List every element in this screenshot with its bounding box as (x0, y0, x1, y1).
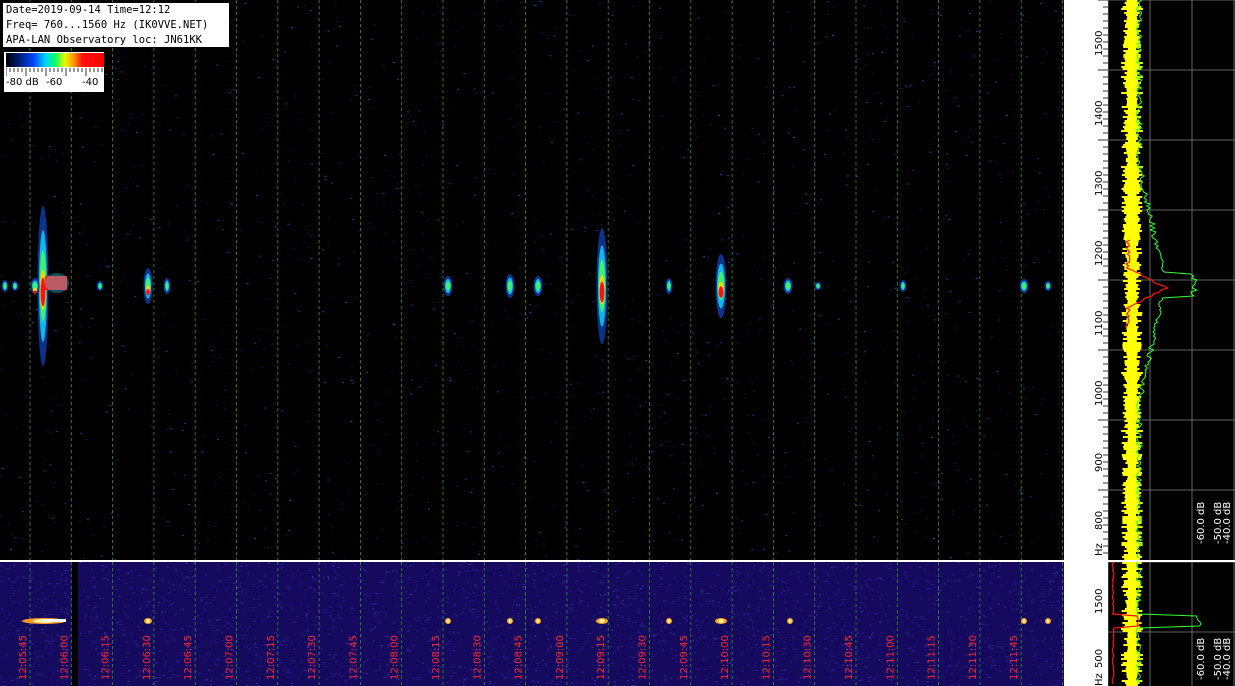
overview-spectrum-label-40: -40.0 dB (1222, 638, 1233, 680)
info-location: APA-LAN Observatory loc: JN61KK (6, 34, 202, 46)
time-label: 12:11:30 (968, 635, 979, 680)
color-scale-ticks (6, 68, 103, 76)
noise-floor-trace (1121, 0, 1143, 560)
overview-noise-layer (0, 562, 1064, 686)
time-label: 12:06:00 (59, 635, 70, 680)
time-grid-lines (29, 0, 1063, 560)
scale-label-max: -40 (82, 77, 99, 88)
spectrum-plot: -60.0 dB -50.0 dB -40.0 dB (1108, 0, 1235, 560)
time-label: 12:06:15 (101, 635, 112, 680)
time-label: 12:11:15 (927, 635, 938, 680)
waterfall-display (0, 0, 1064, 560)
time-label: 12:07:15 (266, 635, 277, 680)
time-label: 12:08:30 (472, 635, 483, 680)
scale-label-mid: -60 (46, 77, 63, 88)
overview-echoes-layer (22, 618, 1051, 624)
time-label: 12:09:45 (679, 635, 690, 680)
time-label: 12:10:30 (803, 635, 814, 680)
spectrogram-app: Date=2019-09-14 Time=12:12 Freq= 760...1… (0, 0, 1235, 686)
time-label: 12:09:30 (638, 635, 649, 680)
time-label: 12:10:15 (761, 635, 772, 680)
spectrum-label-40: -40.0 dB (1222, 502, 1233, 544)
time-label: 12:06:30 (142, 635, 153, 680)
color-scale-bar (6, 53, 104, 67)
time-label: 12:08:00 (390, 635, 401, 680)
average-spectrum-trace (1134, 0, 1199, 559)
low-freq-unit: Hz (1094, 673, 1105, 686)
overview-frequency-axis: 1500 500 Hz (1064, 562, 1108, 686)
time-label: 12:06:45 (183, 635, 194, 680)
time-label: 12:07:00 (225, 635, 236, 680)
color-scale: -80 dB -60 -40 (4, 52, 104, 92)
time-label: 12:05:45 (18, 635, 29, 680)
low-freq-tick-1500: 1500 (1094, 588, 1105, 614)
info-freq: Freq= 760...1560 Hz (IK0VVE.NET) (6, 19, 209, 31)
frequency-axis: 1500 1400 1300 1200 1100 1000 900 800 Hz (1064, 0, 1108, 560)
time-label: 12:07:45 (348, 635, 359, 680)
time-label: 12:09:15 (596, 635, 607, 680)
noise-layer (0, 0, 1064, 560)
color-scale-labels: -80 dB -60 -40 (4, 77, 104, 91)
time-label: 12:07:30 (307, 635, 318, 680)
overview-average-trace (1135, 562, 1202, 685)
overview-waterfall: 12:05:45 12:06:00 12:06:15 12:06:30 12:06:45… (0, 562, 1064, 686)
time-label: 12:10:45 (844, 635, 855, 680)
time-label: 12:08:45 (514, 635, 525, 680)
scale-label-min: -80 dB (6, 77, 39, 88)
spectrum-label-60: -60.0 dB (1196, 502, 1207, 544)
time-label: 12:08:15 (431, 635, 442, 680)
time-label: 12:09:00 (555, 635, 566, 680)
overview-spectrum-label-60: -60.0 dB (1196, 638, 1207, 680)
meteor-echoes-layer (1, 206, 1052, 366)
time-label: 12:11:00 (885, 635, 896, 680)
info-box: Date=2019-09-14 Time=12:12 Freq= 760...1… (2, 2, 230, 48)
spectrum-panel: 1500 1400 1300 1200 1100 1000 900 800 Hz… (1064, 0, 1235, 686)
time-label: 12:10:00 (720, 635, 731, 680)
spectrum-divider (1064, 560, 1235, 562)
frequency-axis-ticks (1098, 0, 1108, 554)
info-date-time: Date=2019-09-14 Time=12:12 (6, 4, 171, 16)
low-freq-tick-500: 500 (1094, 648, 1105, 668)
overview-spectrum-plot: -60.0 dB -50.0 dB -40.0 dB (1108, 562, 1235, 686)
time-label: 12:11:45 (1009, 635, 1020, 680)
